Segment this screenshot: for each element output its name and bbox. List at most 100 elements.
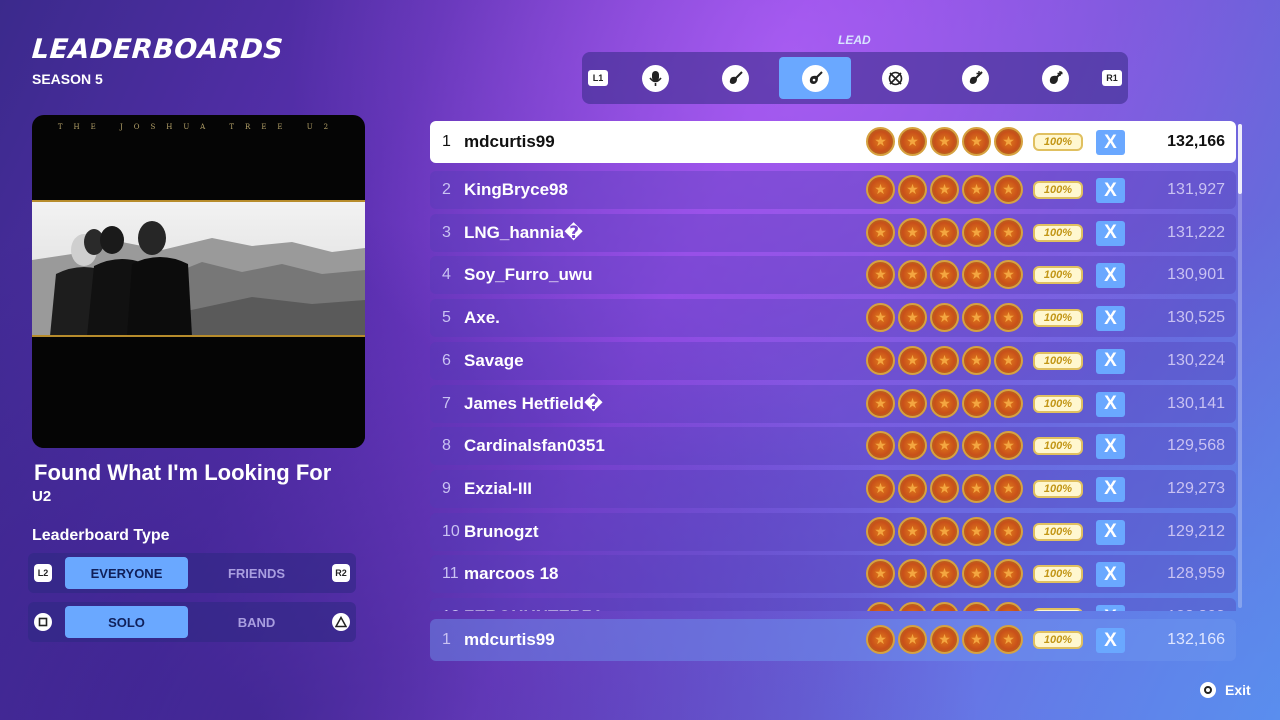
scrollbar-thumb[interactable] — [1238, 124, 1242, 194]
star-icon: ★ — [994, 559, 1023, 589]
star-icon: ★ — [898, 175, 927, 204]
row-badge: X — [1096, 605, 1125, 611]
scope-toggle[interactable]: L2 EVERYONE FRIENDS R2 — [28, 553, 356, 593]
table-row[interactable]: 7 James Hetfield� ★ ★ ★ ★ ★ 100% X 130,141 — [430, 384, 1236, 423]
square-button-icon — [34, 613, 52, 631]
leaderboard-scrollbar[interactable] — [1238, 124, 1242, 608]
row-rank: 3 — [442, 223, 451, 241]
star-icon: ★ — [930, 260, 959, 290]
table-row[interactable]: 4 Soy_Furro_uwu ★ ★ ★ ★ ★ 100% X 130,901 — [430, 256, 1236, 295]
row-badge: X — [1096, 220, 1125, 246]
star-icon: ★ — [898, 303, 927, 333]
leaderboard-list[interactable]: 1 mdcurtis99 ★ ★ ★ ★ ★ 100% X 132,166 2 KingBryce98… — [430, 121, 1236, 611]
star-icon: ★ — [866, 516, 895, 546]
row-accuracy: 100% — [1033, 565, 1083, 584]
row-badge: X — [1096, 130, 1125, 155]
row-stars: ★★★★★ — [866, 175, 1023, 204]
star-icon: ★ — [866, 175, 895, 204]
star-icon: ★ — [898, 260, 927, 290]
tab-pro-bass[interactable] — [939, 57, 1011, 99]
table-row[interactable]: 2 KingBryce98 ★ ★ ★ ★ ★ 100% X 131,927 — [430, 171, 1236, 209]
table-row[interactable]: 3 LNG_hannia� ★ ★ ★ ★ ★ 100% X 131,222 — [430, 213, 1236, 252]
song-artist: U2 — [32, 488, 52, 505]
row-stars: ★★★★★ — [866, 127, 1023, 156]
table-row[interactable]: 9 Exzial-III ★ ★ ★ ★ ★ 100% X 129,273 — [430, 469, 1236, 508]
table-row[interactable]: 12ZEROHUNTER74★★★★★100%X128,803 — [430, 598, 1236, 611]
exit-button[interactable]: Exit — [1200, 682, 1251, 698]
star-icon: ★ — [866, 260, 895, 290]
star-icon: ★ — [930, 388, 959, 418]
tab-drums[interactable] — [859, 57, 931, 99]
star-icon: ★ — [994, 303, 1023, 333]
row-score: 130,901 — [1167, 266, 1225, 284]
row-accuracy: 100% — [1033, 479, 1083, 498]
mode-toggle[interactable]: SOLO BAND — [28, 602, 356, 642]
row-player-name: ZEROHUNTER74 — [464, 607, 601, 611]
friends-option[interactable]: FRIENDS — [195, 557, 318, 589]
tab-pro-lead[interactable] — [1019, 57, 1091, 99]
row-badge: X — [1096, 434, 1125, 460]
row-accuracy: 100% — [1033, 133, 1083, 151]
star-icon: ★ — [930, 217, 959, 247]
star-icon: ★ — [866, 303, 895, 333]
solo-option[interactable]: SOLO — [65, 606, 188, 638]
everyone-option[interactable]: EVERYONE — [65, 557, 188, 589]
star-icon: ★ — [930, 175, 959, 204]
star-icon: ★ — [962, 175, 991, 204]
row-badge: X — [1096, 476, 1125, 502]
my-entry-stars: ★ ★ ★ ★ ★ — [866, 625, 1023, 654]
row-accuracy: 100% — [1033, 522, 1083, 541]
tab-lead[interactable] — [779, 57, 851, 99]
lead-guitar-icon — [801, 64, 829, 92]
row-rank: 2 — [442, 181, 451, 198]
table-row[interactable]: 11 marcoos 18 ★ ★ ★ ★ ★ 100% X 128,959 — [430, 555, 1236, 594]
row-rank: 4 — [442, 266, 451, 284]
star-icon: ★ — [930, 127, 959, 156]
row-accuracy: 100% — [1033, 309, 1083, 328]
row-stars: ★★★★★ — [866, 516, 1023, 546]
instrument-selected-label: LEAD — [838, 33, 871, 47]
star-icon: ★ — [866, 473, 895, 503]
table-row[interactable]: 6 Savage ★ ★ ★ ★ ★ 100% X 130,224 — [430, 341, 1236, 380]
star-icon: ★ — [866, 345, 895, 375]
star-icon: ★ — [898, 388, 927, 418]
my-entry-rank: 1 — [442, 631, 451, 648]
star-icon: ★ — [930, 345, 959, 375]
drums-icon — [881, 64, 909, 92]
table-row[interactable]: 1 mdcurtis99 ★ ★ ★ ★ ★ 100% X 132,166 — [430, 121, 1236, 163]
row-player-name: Cardinalsfan0351 — [464, 436, 605, 456]
my-entry-name: mdcurtis99 — [464, 630, 555, 649]
table-row[interactable]: 8 Cardinalsfan0351 ★ ★ ★ ★ ★ 100% X 129,568 — [430, 427, 1236, 466]
star-icon: ★ — [962, 260, 991, 290]
instrument-tab-bar: L1 R1 — [582, 52, 1128, 104]
row-score: 128,803 — [1167, 608, 1225, 611]
table-row[interactable]: 10 Brunogzt ★ ★ ★ ★ ★ 100% X 129,212 — [430, 512, 1236, 551]
row-score: 131,222 — [1167, 223, 1225, 241]
row-score: 129,273 — [1167, 479, 1225, 497]
row-rank: 6 — [442, 351, 451, 369]
star-icon: ★ — [994, 260, 1023, 290]
r1-button-icon[interactable]: R1 — [1102, 70, 1122, 86]
l1-button-icon[interactable]: L1 — [588, 70, 608, 86]
tab-bass[interactable] — [699, 57, 771, 99]
star-icon: ★ — [898, 625, 927, 654]
star-icon: ★ — [898, 431, 927, 461]
row-rank: 8 — [442, 437, 451, 455]
my-entry-row[interactable]: 1 mdcurtis99 ★ ★ ★ ★ ★ 100% X 132,166 — [430, 619, 1236, 661]
row-rank: 11 — [442, 565, 459, 583]
row-accuracy: 100% — [1033, 223, 1083, 242]
row-score: 131,927 — [1167, 181, 1225, 198]
row-badge: X — [1096, 348, 1125, 374]
row-rank: 9 — [442, 479, 451, 497]
star-icon: ★ — [994, 175, 1023, 204]
table-row[interactable]: 5 Axe. ★ ★ ★ ★ ★ 100% X 130,525 — [430, 299, 1236, 338]
band-option[interactable]: BAND — [195, 606, 318, 638]
tab-vocals[interactable] — [619, 57, 691, 99]
row-player-name: Soy_Furro_uwu — [464, 265, 593, 285]
song-title: Found What I'm Looking For — [34, 460, 332, 485]
season-label: SEASON 5 — [32, 71, 103, 87]
album-cover-text: THE JOSHUA TREE U2 — [57, 123, 340, 131]
star-icon: ★ — [898, 516, 927, 546]
star-icon: ★ — [866, 217, 895, 247]
l2-button-icon: L2 — [34, 564, 52, 582]
